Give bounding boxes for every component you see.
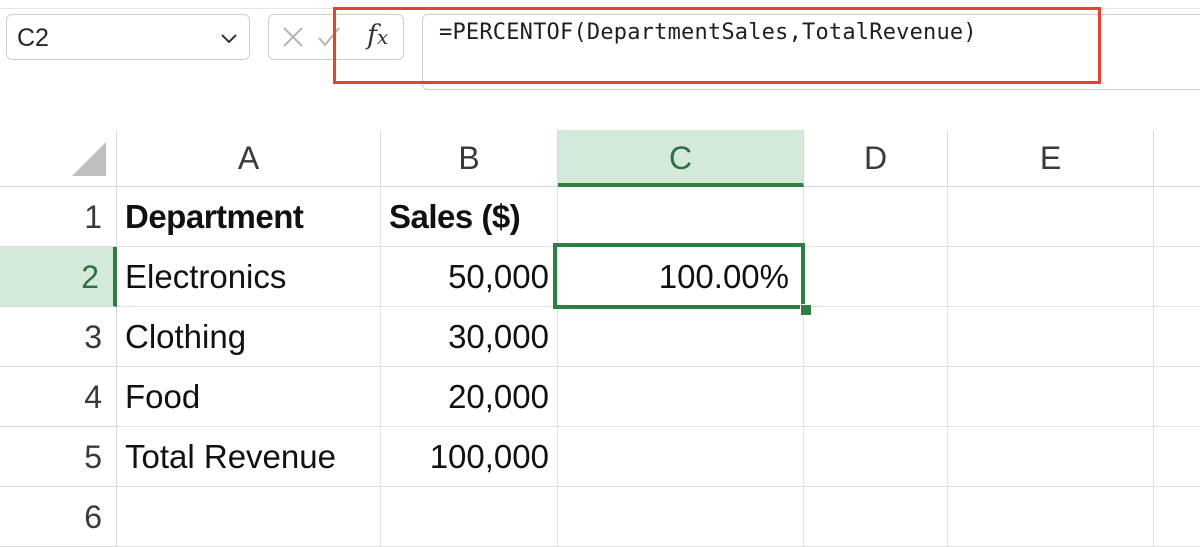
fx-x: x <box>377 25 389 49</box>
cell-a2[interactable]: Electronics <box>117 247 381 307</box>
cell-b2[interactable]: 50,000 <box>381 247 558 307</box>
formula-bar-area: C2 fx =PERCENTOF(DepartmentSales,TotalRe… <box>0 0 1200 112</box>
cell-f3[interactable] <box>1154 307 1200 367</box>
cell-c1[interactable] <box>558 187 804 247</box>
cell-f6[interactable] <box>1154 487 1200 547</box>
column-header-c[interactable]: C <box>558 130 804 187</box>
row-header-3[interactable]: 3 <box>0 307 117 367</box>
cell-b5[interactable]: 100,000 <box>381 427 558 487</box>
cell-a6[interactable] <box>117 487 381 547</box>
cell-a4[interactable]: Food <box>117 367 381 427</box>
insert-function-icon[interactable]: fx <box>367 20 388 51</box>
column-header-b[interactable]: B <box>381 130 558 187</box>
cell-b1[interactable]: Sales ($) <box>381 187 558 247</box>
cell-c4[interactable] <box>558 367 804 427</box>
cell-f5[interactable] <box>1154 427 1200 487</box>
cell-f4[interactable] <box>1154 367 1200 427</box>
column-header-f[interactable] <box>1154 130 1200 187</box>
cell-a5[interactable]: Total Revenue <box>117 427 381 487</box>
cell-f2[interactable] <box>1154 247 1200 307</box>
cell-b6[interactable] <box>381 487 558 547</box>
cell-d4[interactable] <box>804 367 948 427</box>
name-box-value[interactable]: C2 <box>17 24 49 53</box>
cell-d6[interactable] <box>804 487 948 547</box>
cell-e4[interactable] <box>948 367 1154 427</box>
cell-c5[interactable] <box>558 427 804 487</box>
column-header-a[interactable]: A <box>117 130 381 187</box>
cell-c6[interactable] <box>558 487 804 547</box>
select-all-triangle-icon <box>72 142 106 176</box>
fill-handle[interactable] <box>800 304 812 316</box>
column-header-e[interactable]: E <box>948 130 1154 187</box>
chevron-down-icon[interactable] <box>219 28 239 48</box>
cell-c2[interactable]: 100.00% <box>558 247 804 307</box>
select-all-corner[interactable] <box>0 130 117 187</box>
cell-d5[interactable] <box>804 427 948 487</box>
formula-input[interactable]: =PERCENTOF(DepartmentSales,TotalRevenue) <box>422 14 1200 90</box>
toolbar-divider <box>0 0 1200 9</box>
row-header-1[interactable]: 1 <box>0 187 117 247</box>
cell-a3[interactable]: Clothing <box>117 307 381 367</box>
cell-d3[interactable] <box>804 307 948 367</box>
cell-e3[interactable] <box>948 307 1154 367</box>
column-header-d[interactable]: D <box>804 130 948 187</box>
cell-e6[interactable] <box>948 487 1154 547</box>
cell-e1[interactable] <box>948 187 1154 247</box>
fx-f: f <box>367 20 377 51</box>
cell-f1[interactable] <box>1154 187 1200 247</box>
cell-e2[interactable] <box>948 247 1154 307</box>
cell-a1[interactable]: Department <box>117 187 381 247</box>
name-box[interactable]: C2 <box>6 14 250 60</box>
row-header-6[interactable]: 6 <box>0 487 117 547</box>
cell-b4[interactable]: 20,000 <box>381 367 558 427</box>
row-header-5[interactable]: 5 <box>0 427 117 487</box>
cell-c3[interactable] <box>558 307 804 367</box>
row-header-4[interactable]: 4 <box>0 367 117 427</box>
cell-d2[interactable] <box>804 247 948 307</box>
cell-d1[interactable] <box>804 187 948 247</box>
cancel-x-icon[interactable] <box>281 25 305 49</box>
cell-e5[interactable] <box>948 427 1154 487</box>
row-header-2[interactable]: 2 <box>0 247 117 307</box>
formula-buttons: fx <box>268 14 404 60</box>
spreadsheet-grid: A B C D E 1 2 3 4 5 6 Department Sales (… <box>0 130 1200 547</box>
enter-check-icon[interactable] <box>317 25 341 49</box>
cell-b3[interactable]: 30,000 <box>381 307 558 367</box>
formula-text[interactable]: =PERCENTOF(DepartmentSales,TotalRevenue) <box>439 20 977 45</box>
